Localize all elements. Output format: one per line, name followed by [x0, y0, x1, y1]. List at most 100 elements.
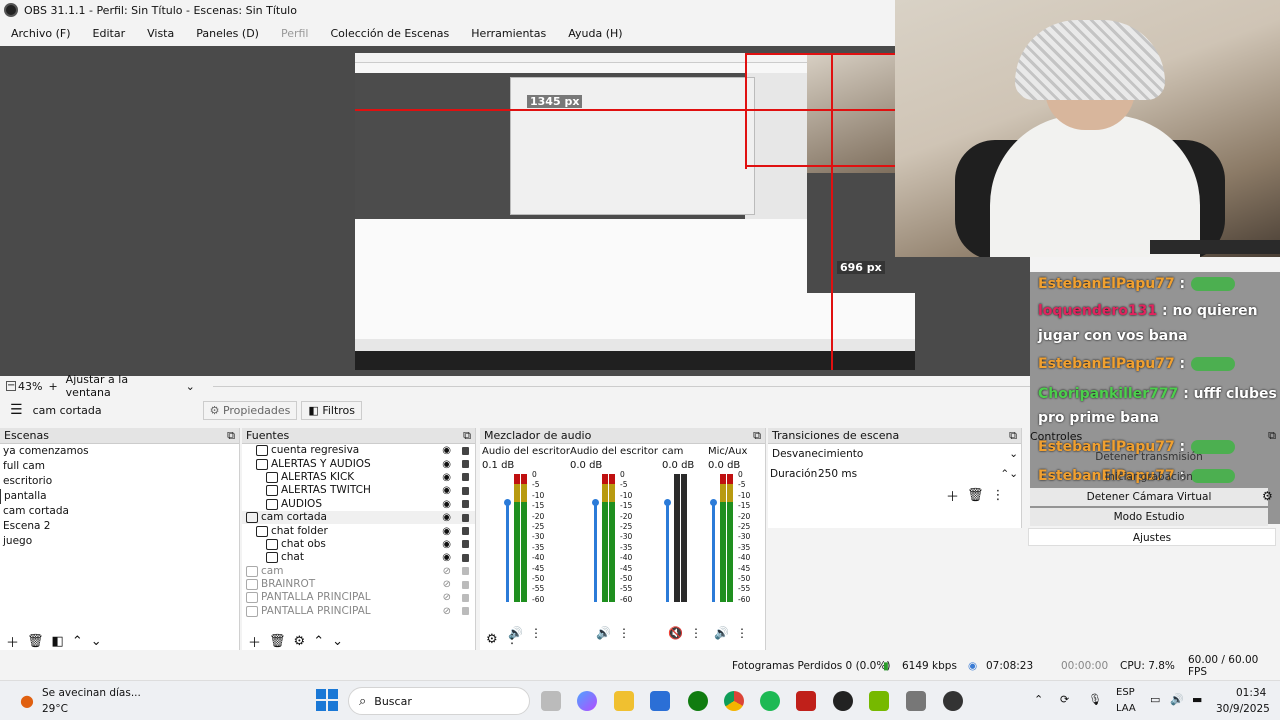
weather-icon[interactable]: ●	[20, 691, 34, 710]
more-icon[interactable]: ⋮	[690, 626, 702, 640]
lock-icon[interactable]	[462, 553, 469, 562]
source-item[interactable]: chat obs ◉	[242, 538, 475, 551]
gear-icon[interactable]: ⚙	[1262, 489, 1273, 503]
lock-icon[interactable]	[462, 500, 469, 509]
menu-archivo[interactable]: Archivo (F)	[0, 27, 82, 40]
scene-item[interactable]: full cam	[0, 459, 239, 474]
add-icon[interactable]: ＋	[248, 632, 261, 651]
taskbar-search[interactable]: ⌕ Buscar	[348, 687, 530, 715]
weather-text[interactable]: Se avecinan días...	[42, 687, 141, 699]
lock-icon[interactable]	[462, 540, 469, 549]
eye-hidden-icon[interactable]: ⊘	[443, 605, 451, 618]
trash-icon[interactable]: 🗑	[967, 488, 984, 503]
network-icon[interactable]: ▭	[1150, 693, 1160, 706]
eye-hidden-icon[interactable]: ⊘	[443, 591, 451, 604]
xbox-icon[interactable]	[688, 691, 708, 711]
lock-icon[interactable]	[462, 473, 469, 482]
undock-icon[interactable]: ⧉	[463, 429, 471, 443]
lock-icon[interactable]	[462, 567, 469, 576]
undock-icon[interactable]: ⧉	[1268, 429, 1276, 443]
menu-vista[interactable]: Vista	[136, 27, 185, 40]
undock-icon[interactable]: ⧉	[227, 429, 235, 443]
copilot-icon[interactable]	[577, 691, 597, 711]
more-icon[interactable]: ⋮	[736, 626, 748, 640]
lock-icon[interactable]	[462, 580, 469, 589]
source-item[interactable]: ALERTAS Y AUDIOS ◉	[242, 457, 475, 470]
stop-stream-button[interactable]: Detener transmisión	[1030, 448, 1268, 466]
source-item[interactable]: PANTALLA PRINCIPAL ⊘	[242, 605, 475, 618]
transition-select[interactable]: Desvanecimiento ⌄	[772, 448, 1018, 464]
chrome-icon[interactable]	[724, 691, 744, 711]
scene-item[interactable]: ya comenzamos	[0, 444, 239, 459]
chevron-up-icon[interactable]: ⌃	[1034, 693, 1043, 706]
arrow-up-icon[interactable]: ⌃	[313, 634, 324, 649]
muted-icon[interactable]: 🔇	[668, 626, 683, 640]
source-item[interactable]: PANTALLA PRINCIPAL ⊘	[242, 591, 475, 604]
zoom-fit-select[interactable]: Ajustar a la ventana	[66, 373, 174, 399]
clock-date[interactable]: 30/9/2025	[1216, 703, 1270, 715]
fader-handle[interactable]	[504, 499, 511, 507]
mic-icon[interactable]: 🎙	[1088, 693, 1102, 706]
windows-start-icon[interactable]	[316, 689, 338, 711]
source-item[interactable]: chat folder ◉	[242, 524, 475, 537]
duration-spinbox[interactable]: 250 ms ⌃⌄	[818, 468, 1018, 480]
arrow-up-icon[interactable]: ⌃	[72, 634, 83, 649]
properties-button[interactable]: ⚙ Propiedades	[202, 400, 298, 420]
scene-item[interactable]: cam cortada	[0, 504, 239, 519]
stepper-icon[interactable]: ⌃⌄	[1000, 468, 1018, 480]
scene-item[interactable]: juego	[0, 534, 239, 549]
eye-icon[interactable]: ◉	[442, 444, 451, 457]
lock-icon[interactable]	[462, 527, 469, 536]
lock-icon[interactable]	[462, 446, 469, 455]
store-icon[interactable]	[650, 691, 670, 711]
source-item[interactable]: ALERTAS TWITCH ◉	[242, 484, 475, 497]
lock-icon[interactable]	[462, 460, 469, 469]
source-item[interactable]: ALERTAS KICK ◉	[242, 471, 475, 484]
app-icon-2[interactable]	[906, 691, 926, 711]
zoom-track[interactable]	[212, 385, 1030, 387]
source-item[interactable]: BRAINROT ⊘	[242, 578, 475, 591]
lang-code[interactable]: ESP	[1116, 687, 1135, 698]
menu-editar[interactable]: Editar	[82, 27, 137, 40]
advanced-audio-icon[interactable]: ⚙	[486, 632, 498, 647]
source-item[interactable]: AUDIOS ◉	[242, 498, 475, 511]
speaker-icon[interactable]: 🔊	[714, 626, 729, 640]
eye-icon[interactable]: ◉	[442, 511, 451, 524]
scene-item[interactable]: pantalla	[0, 489, 239, 504]
battery-icon[interactable]: ▬	[1192, 693, 1202, 706]
studio-mode-button[interactable]: Modo Estudio	[1030, 508, 1268, 526]
filter-icon[interactable]: ◧	[52, 634, 64, 649]
fader-handle[interactable]	[664, 499, 671, 507]
add-icon[interactable]: ＋	[946, 486, 959, 505]
eye-icon[interactable]: ◉	[442, 551, 451, 564]
volume-fader[interactable]	[506, 502, 509, 602]
fader-handle[interactable]	[592, 499, 599, 507]
volume-icon[interactable]: 🔊	[1170, 693, 1184, 706]
chevron-down-icon[interactable]: ⌄	[186, 380, 195, 393]
source-item[interactable]: cam cortada ◉	[242, 510, 475, 525]
scene-item[interactable]: escritorio	[0, 474, 239, 489]
undock-icon[interactable]: ⧉	[753, 429, 761, 443]
eye-icon[interactable]: ◉	[442, 538, 451, 551]
source-item[interactable]: cuenta regresiva ◉	[242, 444, 475, 457]
nvidia-icon[interactable]	[869, 691, 889, 711]
voicemeeter-icon[interactable]	[796, 691, 816, 711]
eye-hidden-icon[interactable]: ⊘	[443, 578, 451, 591]
start-recording-button[interactable]: Iniciar grabación	[1030, 468, 1268, 486]
gear-icon[interactable]: ⚙	[294, 634, 306, 649]
more-icon[interactable]: ⋮	[992, 488, 1005, 503]
zoom-in-button[interactable]: +	[48, 380, 57, 393]
scene-item[interactable]: Escena 2	[0, 519, 239, 534]
menu-paneles[interactable]: Paneles (D)	[185, 27, 270, 40]
menu-herramientas[interactable]: Herramientas	[460, 27, 557, 40]
undock-icon[interactable]: ⧉	[1009, 429, 1017, 443]
file-explorer-icon[interactable]	[614, 691, 634, 711]
lock-icon[interactable]	[462, 486, 469, 495]
eye-icon[interactable]: ◉	[442, 471, 451, 484]
eye-icon[interactable]: ◉	[442, 498, 451, 511]
trash-icon[interactable]: 🗑	[27, 634, 44, 649]
refresh-icon[interactable]: ⟳	[1060, 693, 1069, 706]
more-icon[interactable]: ⋮	[506, 632, 519, 647]
task-view-icon[interactable]	[541, 691, 561, 711]
list-menu-icon[interactable]: ☰	[10, 402, 23, 418]
